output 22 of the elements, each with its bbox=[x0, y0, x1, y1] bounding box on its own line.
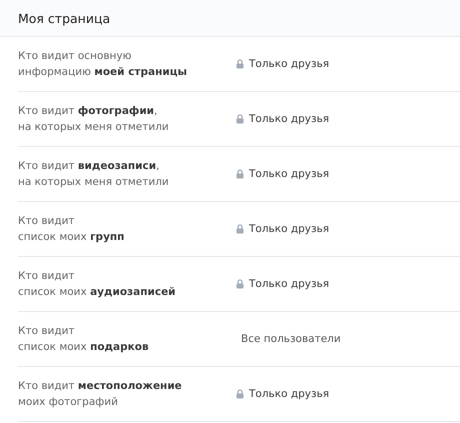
privacy-value[interactable]: Только друзья bbox=[249, 58, 330, 70]
setting-label: Кто видит bbox=[18, 269, 75, 284]
page-title: Моя страница bbox=[18, 10, 110, 26]
setting-label: список моих аудиозаписей bbox=[18, 285, 176, 300]
privacy-value[interactable]: Только друзья bbox=[249, 388, 330, 400]
privacy-value[interactable]: Только друзья bbox=[249, 278, 330, 290]
setting-label: Кто видит основную bbox=[18, 49, 132, 64]
setting-label: Кто видит видеозаписи, bbox=[18, 159, 160, 174]
setting-label: на которых меня отметили bbox=[18, 175, 169, 190]
setting-label: Кто видит bbox=[18, 324, 75, 339]
setting-label: список моих групп bbox=[18, 230, 124, 245]
setting-label: Кто видит bbox=[18, 214, 75, 229]
setting-label: список моих подарков bbox=[18, 340, 149, 355]
privacy-value[interactable]: Только друзья bbox=[249, 168, 330, 180]
privacy-value[interactable]: Только друзья bbox=[249, 113, 330, 125]
setting-label: на которых меня отметили bbox=[18, 120, 169, 135]
setting-label: информацию моей страницы bbox=[18, 65, 187, 80]
setting-label: Кто видит фотографии, bbox=[18, 104, 158, 119]
setting-label: Кто видит местоположение bbox=[18, 379, 182, 394]
privacy-value[interactable]: Только друзья bbox=[249, 223, 330, 235]
setting-label: моих фотографий bbox=[18, 395, 118, 410]
privacy-value[interactable]: Все пользователи bbox=[241, 333, 341, 345]
